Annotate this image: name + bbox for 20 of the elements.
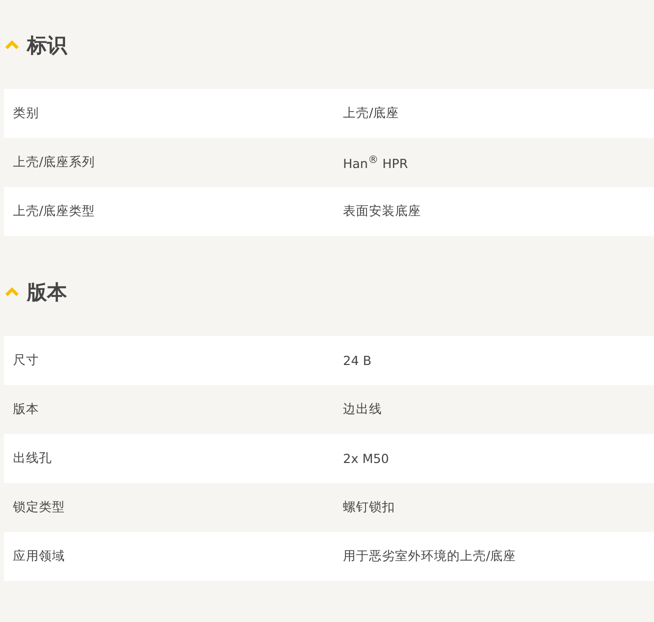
property-label: 类别 [12,105,40,122]
property-label: 上壳/底座系列 [12,154,96,171]
property-value: 螺钉锁扣 [343,499,396,516]
property-label: 锁定类型 [12,499,66,516]
property-value: 表面安装底座 [343,203,422,220]
section-title: 版本 [27,278,67,306]
property-value: 上壳/底座 [343,105,400,122]
property-value: Han$^{®}$ HPR [343,154,409,172]
property-value: 2x M50 [343,451,390,466]
property-value: 24 B [343,353,372,368]
chevron-icon[interactable] [5,40,19,50]
property-value: 边出线 [343,401,383,418]
property-label: 出线孔 [12,450,53,467]
property-label: 尺寸 [12,352,40,369]
property-label: 应用领域 [12,548,66,565]
property-value: 用于恶劣室外环境的上壳/底座 [343,548,518,565]
property-label: 上壳/底座类型 [12,203,96,220]
chevron-icon[interactable] [5,287,19,297]
section-title: 标识 [27,32,67,58]
property-label: 版本 [12,401,40,418]
